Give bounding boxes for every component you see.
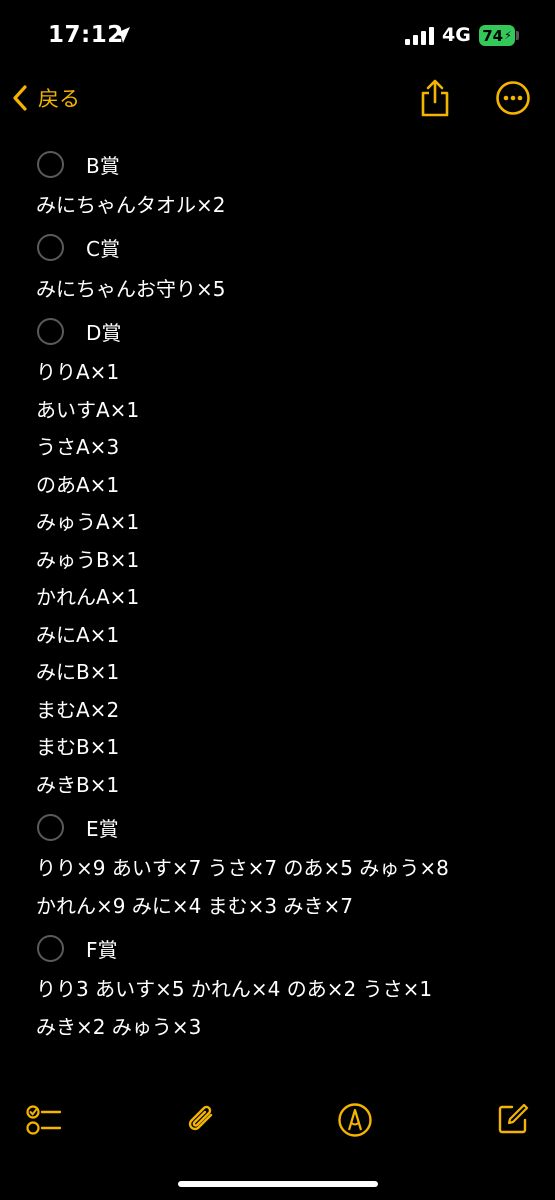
paperclip-icon[interactable] xyxy=(184,1100,220,1140)
home-indicator[interactable] xyxy=(178,1181,378,1187)
note-line: うさA×3 xyxy=(36,435,120,459)
note-line: あいすA×1 xyxy=(36,397,140,422)
note-line: かれんA×1 xyxy=(36,585,140,609)
note-line: みにちゃんタオル×2 xyxy=(36,193,226,217)
note-line: りり3 あいす×5 かれん×4 のあ×2 うさ×1 xyxy=(36,977,433,1001)
checkbox-circle[interactable] xyxy=(37,934,64,962)
note-body[interactable]: B賞 みにちゃんタオル×2 C賞 みにちゃんお守り×5 D賞 りりA×1 あいす… xyxy=(36,141,536,1046)
note-line: まむA×2 xyxy=(36,697,120,722)
share-icon[interactable] xyxy=(418,78,452,118)
note-line: みき×2 みゅう×3 xyxy=(36,1014,202,1039)
checklist-item: C賞 xyxy=(36,225,536,271)
checklist-item: B賞 xyxy=(36,141,536,187)
note-line: みゅうA×1 xyxy=(36,510,140,534)
location-arrow-icon xyxy=(114,27,130,43)
checkbox-circle[interactable] xyxy=(37,150,64,178)
status-bar: 17:12 4G 74 ⚡ xyxy=(0,0,555,70)
prize-title: D賞 xyxy=(86,320,122,345)
compose-icon[interactable] xyxy=(496,1102,530,1136)
back-label: 戻る xyxy=(38,87,80,111)
prize-title: B賞 xyxy=(86,153,120,178)
checklist-item: E賞 xyxy=(36,804,536,850)
note-line: みきB×1 xyxy=(36,772,120,797)
checklist-icon[interactable] xyxy=(26,1104,62,1136)
note-line: かれん×9 みに×4 まむ×3 みき×7 xyxy=(36,893,354,918)
checkbox-circle[interactable] xyxy=(37,813,64,841)
note-line: みゅうB×1 xyxy=(36,547,140,572)
prize-title: F賞 xyxy=(86,937,118,962)
note-line: りりA×1 xyxy=(36,360,120,384)
checklist-item: F賞 xyxy=(36,925,536,971)
network-type: 4G xyxy=(442,24,471,46)
checklist-item: D賞 xyxy=(36,308,536,354)
markup-pen-icon[interactable] xyxy=(337,1102,373,1138)
note-line: まむB×1 xyxy=(36,735,120,759)
note-line: みにA×1 xyxy=(36,622,120,647)
battery-icon: 74 ⚡ xyxy=(479,25,515,46)
prize-title: E賞 xyxy=(86,816,119,841)
note-line: のあA×1 xyxy=(36,472,120,497)
cellular-signal-icon xyxy=(405,27,434,45)
battery-tip xyxy=(516,31,519,40)
battery-level: 74 xyxy=(482,26,504,45)
more-options-icon[interactable] xyxy=(495,80,531,116)
prize-title: C賞 xyxy=(86,237,120,261)
note-line: りり×9 あいす×7 うさ×7 のあ×5 みゅう×8 xyxy=(36,856,449,880)
note-line: みにB×1 xyxy=(36,660,120,684)
chevron-left-icon xyxy=(13,85,27,111)
checkbox-circle[interactable] xyxy=(37,317,64,345)
note-line: みにちゃんお守り×5 xyxy=(36,276,226,301)
back-button[interactable]: 戻る xyxy=(10,83,80,113)
bottom-toolbar xyxy=(0,1098,555,1148)
checkbox-circle[interactable] xyxy=(37,234,64,261)
